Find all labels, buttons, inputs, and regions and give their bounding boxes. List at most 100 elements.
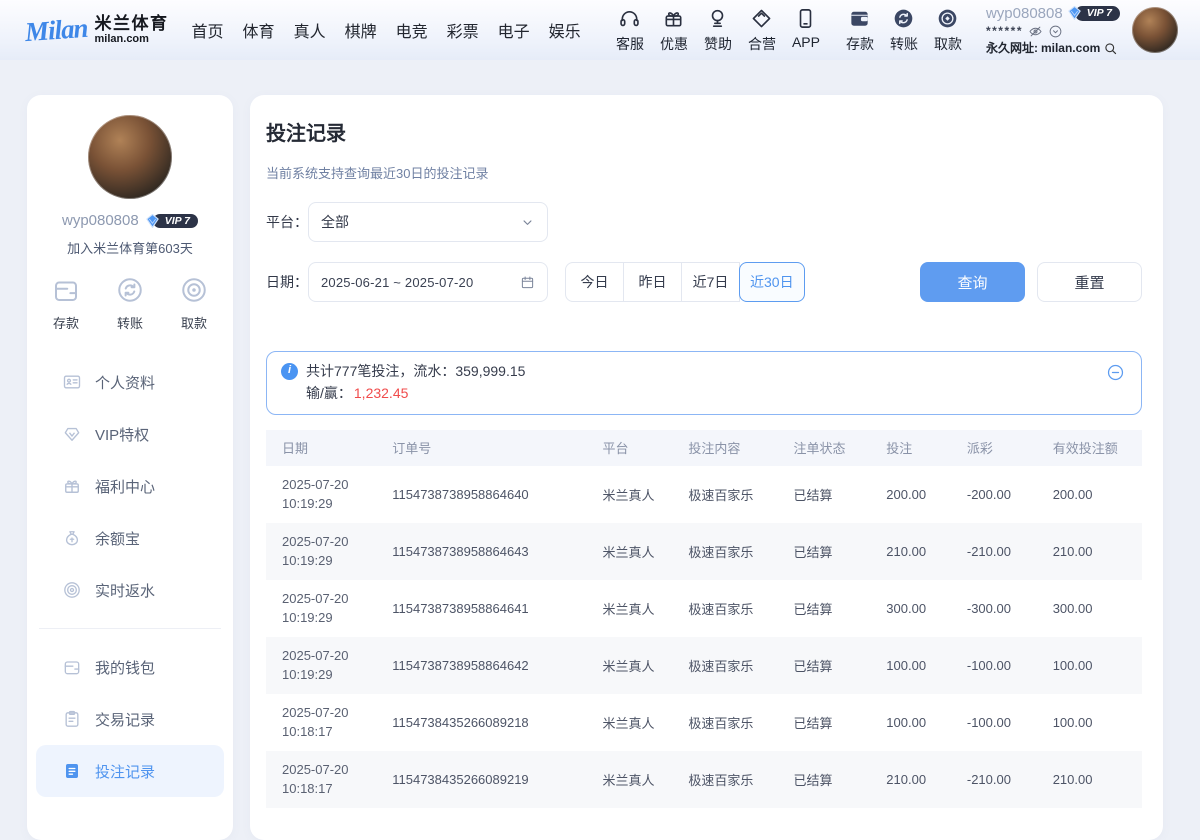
table-row: 2025-07-2010:18:171154738435266089218米兰真… xyxy=(266,694,1142,751)
header-shortcut-app[interactable]: APP xyxy=(784,7,828,54)
sidebar-item-vip-privileges-label: VIP特权 xyxy=(95,424,149,445)
header-avatar[interactable] xyxy=(1132,7,1178,53)
search-button[interactable]: 查询 xyxy=(920,262,1025,302)
table-body: 2025-07-2010:19:291154738738958864640米兰真… xyxy=(266,466,1142,808)
user-info: wyp080808 VIP 7 ****** 永久网址: milan.com xyxy=(986,4,1120,57)
circle-chevron-icon[interactable] xyxy=(1048,24,1063,39)
eye-off-icon[interactable] xyxy=(1028,24,1043,39)
quick-action-withdraw[interactable]: 取款 xyxy=(179,275,209,332)
sidebar-item-yuebao-label: 余额宝 xyxy=(95,528,140,549)
range-button-last-30-days[interactable]: 近30日 xyxy=(739,262,805,302)
quick-action-transfer[interactable]: 转账 xyxy=(115,275,145,332)
nav-item-lottery[interactable]: 彩票 xyxy=(447,18,479,42)
sidebar-item-transaction-records-label: 交易记录 xyxy=(95,709,155,730)
header-shortcut-customer-service[interactable]: 客服 xyxy=(608,7,652,54)
range-button-today[interactable]: 今日 xyxy=(565,262,624,302)
calendar-icon xyxy=(520,275,535,290)
sidebar-item-my-wallet-label: 我的钱包 xyxy=(95,657,155,678)
cell-time-value: 10:19:29 xyxy=(282,608,380,628)
sidebar-menu-primary: 个人资料 VIP特权福利中心余额宝实时返水 xyxy=(27,356,233,616)
quick-action-deposit[interactable]: 存款 xyxy=(51,275,81,332)
cell-platform: 米兰真人 xyxy=(594,751,680,808)
range-button-yesterday[interactable]: 昨日 xyxy=(623,262,682,302)
range-button-last-7-days[interactable]: 近7日 xyxy=(681,262,740,302)
cell-valid-bet: 100.00 xyxy=(1045,694,1142,751)
cell-order-no: 1154738435266089218 xyxy=(384,694,594,751)
table-header-col-5: 投注 xyxy=(878,430,959,466)
table-header-col-4: 注单状态 xyxy=(785,430,878,466)
reset-button[interactable]: 重置 xyxy=(1037,262,1142,302)
cell-platform: 米兰真人 xyxy=(594,523,680,580)
cell-payout: -100.00 xyxy=(959,694,1045,751)
header-shortcut-partnership[interactable]: 合营 xyxy=(740,7,784,54)
header-shortcut-promotions[interactable]: 优惠 xyxy=(652,7,696,54)
header-wallet-deposit[interactable]: 存款 xyxy=(838,7,882,54)
cell-time-value: 10:18:17 xyxy=(282,722,380,742)
sidebar-item-realtime-rebate-label: 实时返水 xyxy=(95,580,155,601)
summary-bar: i 共计777笔投注，流水：359,999.15 输/赢： 1,232.45 xyxy=(266,351,1142,415)
app-icon xyxy=(794,7,817,31)
header-shortcut-promotions-label: 优惠 xyxy=(660,34,688,54)
header-shortcut-sponsor[interactable]: 赞助 xyxy=(696,7,740,54)
sidebar-item-bet-records[interactable]: 投注记录 xyxy=(36,745,224,797)
nav-item-esports[interactable]: 电竞 xyxy=(396,18,428,42)
header-shortcut-partnership-label: 合营 xyxy=(748,34,776,54)
date-range-input[interactable]: 2025-06-21 ~ 2025-07-20 xyxy=(308,262,548,302)
quick-action-transfer-label: 转账 xyxy=(117,313,143,332)
cell-date: 2025-07-2010:18:17 xyxy=(266,694,384,751)
nav-item-slots[interactable]: 电子 xyxy=(498,18,530,42)
transfer-outline-icon xyxy=(115,275,145,305)
sidebar-item-transaction-records[interactable]: 交易记录 xyxy=(36,693,224,745)
cell-bet: 210.00 xyxy=(878,523,959,580)
table-header-col-3: 投注内容 xyxy=(680,430,785,466)
nav-item-home[interactable]: 首页 xyxy=(192,18,224,42)
nav-item-entertainment[interactable]: 娱乐 xyxy=(549,18,581,42)
platform-select[interactable]: 全部 xyxy=(308,202,548,242)
header-wallet-transfer-label: 转账 xyxy=(890,34,918,54)
cell-payout: -200.00 xyxy=(959,466,1045,523)
vip-diamond-icon xyxy=(1066,5,1083,22)
nav-item-live-casino[interactable]: 真人 xyxy=(294,18,326,42)
cell-status: 已结算 xyxy=(785,466,878,523)
profile-name-row: wyp080808 VIP 7 xyxy=(27,212,233,229)
profile-avatar[interactable] xyxy=(88,115,172,199)
nav-item-sports[interactable]: 体育 xyxy=(243,18,275,42)
bet-records-table: 日期订单号平台投注内容注单状态投注派彩有效投注额 2025-07-2010:19… xyxy=(266,430,1142,808)
sidebar-item-vip-privileges[interactable]: VIP特权 xyxy=(36,408,224,460)
cell-valid-bet: 210.00 xyxy=(1045,751,1142,808)
cell-order-no: 1154738435266089219 xyxy=(384,751,594,808)
sidebar-item-my-wallet[interactable]: 我的钱包 xyxy=(36,641,224,693)
cell-content: 极速百家乐 xyxy=(680,751,785,808)
nav-item-card-games[interactable]: 棋牌 xyxy=(345,18,377,42)
cell-date-value: 2025-07-20 xyxy=(282,646,380,666)
sidebar-item-profile[interactable]: 个人资料 xyxy=(36,356,224,408)
profile-vip-badge: VIP 7 xyxy=(153,214,198,228)
loss-label: 输/赢： xyxy=(306,382,352,404)
header-wallet-withdraw[interactable]: 取款 xyxy=(926,7,970,54)
partner-icon xyxy=(750,7,773,31)
cell-status: 已结算 xyxy=(785,694,878,751)
cell-payout: -100.00 xyxy=(959,637,1045,694)
loss-value: 1,232.45 xyxy=(354,382,409,404)
table-header-col-2: 平台 xyxy=(594,430,680,466)
minus-circle-icon[interactable] xyxy=(1106,363,1125,382)
cell-date: 2025-07-2010:18:17 xyxy=(266,751,384,808)
vip-badge: VIP 7 xyxy=(1075,6,1120,22)
gift-icon xyxy=(662,7,685,31)
cell-date-value: 2025-07-20 xyxy=(282,532,380,552)
brand-logo[interactable]: Milan 米兰体育 milan.com xyxy=(25,15,169,46)
cell-valid-bet: 200.00 xyxy=(1045,466,1142,523)
cell-time-value: 10:19:29 xyxy=(282,494,380,514)
sidebar-item-realtime-rebate[interactable]: 实时返水 xyxy=(36,564,224,616)
sidebar-item-welfare-center[interactable]: 福利中心 xyxy=(36,460,224,512)
quick-range-group: 今日昨日近7日近30日 xyxy=(565,262,805,302)
table-header-col-7: 有效投注额 xyxy=(1045,430,1142,466)
sidebar-item-yuebao[interactable]: 余额宝 xyxy=(36,512,224,564)
cell-platform: 米兰真人 xyxy=(594,466,680,523)
cell-order-no: 1154738738958864643 xyxy=(384,523,594,580)
search-icon[interactable] xyxy=(1103,41,1118,56)
cell-bet: 100.00 xyxy=(878,694,959,751)
header-wallet-transfer[interactable]: 转账 xyxy=(882,7,926,54)
transfer-dark-icon xyxy=(892,7,915,31)
idcard-icon xyxy=(62,372,82,392)
